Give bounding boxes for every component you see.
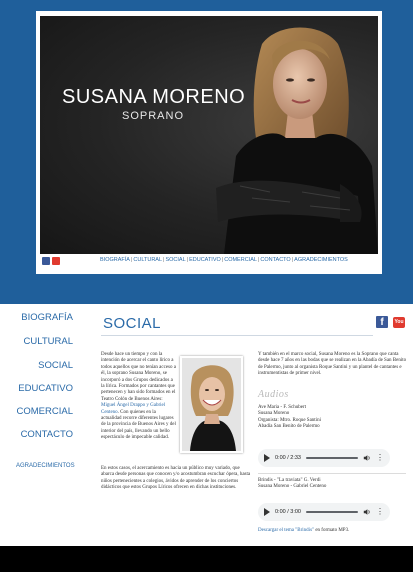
top-nav-social[interactable]: SOCIAL [165, 257, 185, 263]
top-nav-educativo[interactable]: EDUCATIVO [189, 257, 221, 263]
top-nav: BIOGRAFÍA|CULTURAL|SOCIAL|EDUCATIVO|COME… [100, 257, 348, 263]
audio-1-venue: Abadía San Benito de Palermo [258, 424, 320, 430]
youtube-icon[interactable] [52, 257, 60, 265]
title-divider [101, 335, 373, 336]
play-icon[interactable] [264, 508, 270, 516]
top-nav-cultural[interactable]: CULTURAL [133, 257, 162, 263]
play-icon[interactable] [264, 454, 270, 462]
audio-1-progress[interactable] [306, 457, 358, 459]
side-nav-cultural[interactable]: CULTURAL [24, 336, 73, 347]
side-nav-educativo[interactable]: EDUCATIVO [18, 383, 73, 394]
audio-2-time: 0:00 / 3:00 [275, 509, 301, 515]
youtube-icon-label: You [394, 319, 404, 325]
side-nav-social[interactable]: SOCIAL [38, 360, 73, 371]
side-nav-comercial[interactable]: COMERCIAL [17, 406, 73, 417]
social-paragraph: Y también en el marco social, Susana Mor… [258, 352, 407, 377]
hero-portrait-illustration [216, 27, 378, 254]
page-title: SOCIAL [103, 315, 162, 332]
audio-divider [258, 473, 406, 474]
portrait-illustration [182, 358, 241, 451]
volume-icon[interactable] [363, 454, 371, 462]
hero-subtitle: SOPRANO [122, 110, 185, 122]
audio-2-progress[interactable] [306, 511, 358, 513]
download-suffix: en formato MP3. [314, 528, 350, 533]
footer-bar [0, 546, 413, 572]
hero-name: SUSANA MORENO [62, 86, 246, 108]
audios-heading: Audios [258, 389, 289, 400]
audio-2-info: Brindis - "La traviata" G. Verdi Susana … [258, 478, 408, 491]
side-nav-biografia[interactable]: BIOGRAFÍA [21, 312, 73, 323]
audio-1-info: Ave Maria - F. Schubert Susana Moreno Or… [258, 405, 408, 431]
more-options-icon[interactable]: ⋮ [376, 454, 384, 462]
audio-player-1: 0:00 / 2:33 ⋮ [258, 449, 390, 467]
audio-1-time: 0:00 / 2:33 [275, 455, 301, 461]
audio-player-2: 0:00 / 3:00 ⋮ [258, 503, 390, 521]
facebook-icon[interactable]: f [376, 316, 388, 328]
side-nav-agradecimientos[interactable]: AGRADECIMIENTOS [16, 463, 75, 469]
intro-paragraph: Desde hace un tiempo y con la intención … [101, 352, 177, 442]
intro-text-a: Desde hace un tiempo y con la intención … [101, 352, 176, 402]
side-nav-contacto[interactable]: CONTACTO [21, 429, 73, 440]
more-options-icon[interactable]: ⋮ [376, 508, 384, 516]
hero-banner: SUSANA MORENO SOPRANO [40, 16, 378, 254]
top-nav-biografia[interactable]: BIOGRAFÍA [100, 257, 130, 263]
download-line: Descargar el tema "Brindis" en formato M… [258, 528, 408, 534]
top-nav-comercial[interactable]: COMERCIAL [224, 257, 257, 263]
top-nav-agradecimientos[interactable]: AGRADECIMIENTOS [294, 257, 348, 263]
portrait-photo [182, 358, 241, 451]
audio-2-artists: Susana Moreno - Gabriel Centeno [258, 484, 327, 490]
download-brindis-link[interactable]: Descargar el tema "Brindis" [258, 528, 314, 533]
facebook-icon[interactable] [42, 257, 50, 265]
youtube-icon[interactable]: You [393, 317, 405, 328]
volume-icon[interactable] [363, 508, 371, 516]
top-nav-contacto[interactable]: CONTACTO [260, 257, 290, 263]
intro-paragraph-2: En estos casos, el acercamiento es hacia… [101, 466, 251, 491]
